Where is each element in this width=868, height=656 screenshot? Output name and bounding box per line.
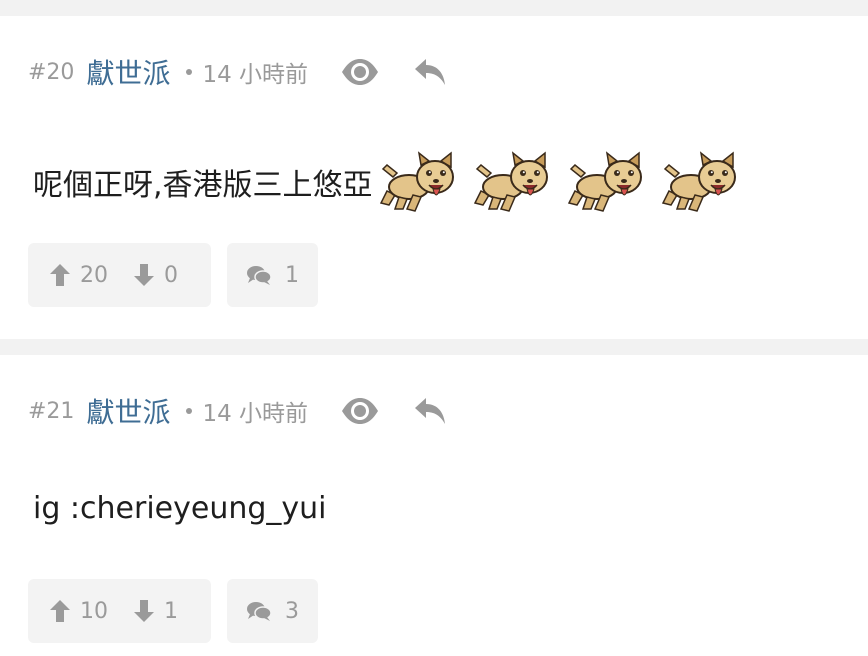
reply-meta: #21 獻世派 14 小時前 — [28, 393, 448, 429]
comment-button[interactable]: 3 — [247, 599, 299, 624]
arrow-down-icon — [134, 600, 154, 622]
reply-content: ig :cherieyeung_yui — [33, 483, 327, 533]
eye-icon[interactable] — [340, 393, 380, 429]
reply-actions: 10 1 3 — [28, 579, 318, 643]
dog-emoji-icon — [567, 151, 647, 213]
timestamp: 14 小時前 — [202, 401, 309, 427]
post-separator — [0, 339, 868, 355]
reply-meta: #20 獻世派 14 小時前 — [28, 54, 448, 90]
reply-card: #20 獻世派 14 小時前 呢個正呀,香港版三上悠亞 20 0 1 — [0, 16, 868, 339]
reply-icon[interactable] — [412, 54, 448, 90]
upvote-count: 10 — [80, 598, 108, 624]
dog-emoji-icon — [379, 151, 459, 213]
vote-box: 10 1 — [28, 579, 211, 643]
comment-button[interactable]: 1 — [247, 263, 299, 288]
downvote-button[interactable]: 1 — [134, 599, 178, 624]
reply-text: 呢個正呀,香港版三上悠亞 — [33, 168, 373, 203]
reply-icon[interactable] — [412, 393, 448, 429]
reply-actions: 20 0 1 — [28, 243, 318, 307]
emoji-row — [379, 151, 741, 213]
comment-count: 3 — [285, 598, 299, 624]
arrow-up-icon — [50, 264, 70, 286]
downvote-count: 0 — [164, 262, 178, 288]
comment-box: 3 — [227, 579, 318, 643]
reply-content: 呢個正呀,香港版三上悠亞 — [33, 144, 741, 220]
timestamp: 14 小時前 — [202, 62, 309, 88]
vote-box: 20 0 — [28, 243, 211, 307]
author-name[interactable]: 獻世派 — [86, 391, 170, 431]
downvote-button[interactable]: 0 — [134, 263, 178, 288]
upvote-count: 20 — [80, 262, 108, 288]
upvote-button[interactable]: 20 — [50, 263, 108, 288]
floor-number: #21 — [28, 398, 75, 424]
upvote-button[interactable]: 10 — [50, 599, 108, 624]
reply-text: ig :cherieyeung_yui — [33, 490, 327, 526]
author-name[interactable]: 獻世派 — [86, 52, 170, 92]
arrow-down-icon — [134, 264, 154, 286]
dog-emoji-icon — [661, 151, 741, 213]
comment-bubbles-icon — [247, 602, 271, 621]
top-spacer — [0, 0, 868, 16]
downvote-count: 1 — [164, 598, 178, 624]
eye-icon[interactable] — [340, 54, 380, 90]
arrow-up-icon — [50, 600, 70, 622]
floor-number: #20 — [28, 59, 75, 85]
comment-box: 1 — [227, 243, 318, 307]
reply-card: #21 獻世派 14 小時前 ig :cherieyeung_yui 10 1 … — [0, 355, 868, 656]
comment-count: 1 — [285, 262, 299, 288]
comment-bubbles-icon — [247, 266, 271, 285]
separator-dot — [186, 69, 193, 75]
dog-emoji-icon — [473, 151, 553, 213]
separator-dot — [186, 408, 193, 414]
